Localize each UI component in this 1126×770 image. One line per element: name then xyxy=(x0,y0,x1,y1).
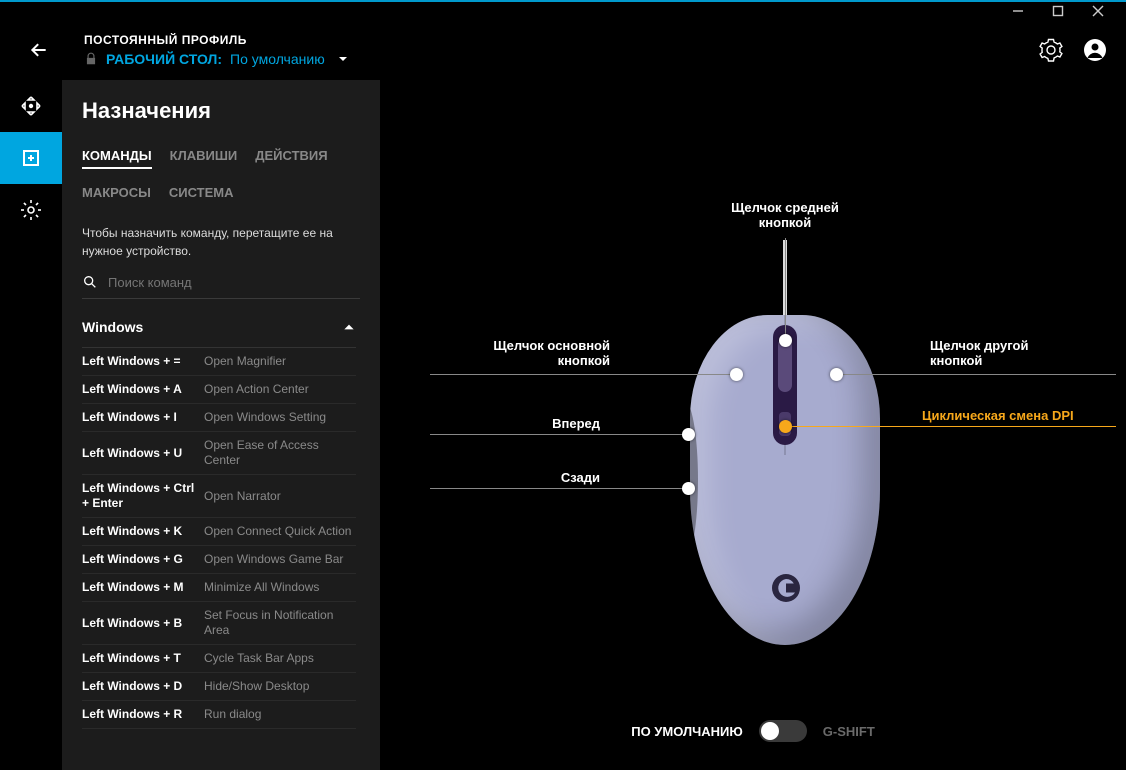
panel-tabs: КОМАНДЫ КЛАВИШИ ДЕЙСТВИЯ МАКРОСЫ СИСТЕМА xyxy=(82,148,360,204)
command-key: Left Windows + B xyxy=(82,616,204,631)
command-key: Left Windows + R xyxy=(82,707,204,722)
chevron-up-icon xyxy=(342,320,356,334)
window-titlebar xyxy=(0,0,1126,20)
search-icon xyxy=(82,274,98,290)
command-desc: Open Narrator xyxy=(204,489,356,504)
command-desc: Open Connect Quick Action xyxy=(204,524,356,539)
settings-button[interactable] xyxy=(1038,37,1064,63)
mouse-area: Щелчок средней кнопкой Щелчок основной к… xyxy=(380,80,1126,690)
callout-primary-click[interactable]: Щелчок основной кнопкой xyxy=(430,338,610,368)
panel-hint: Чтобы назначить команду, перетащите ее н… xyxy=(82,224,360,260)
command-key: Left Windows + Ctrl + Enter xyxy=(82,481,204,511)
command-key: Left Windows + G xyxy=(82,552,204,567)
command-desc: Open Windows Setting xyxy=(204,410,356,425)
main-area: Назначения КОМАНДЫ КЛАВИШИ ДЕЙСТВИЯ МАКР… xyxy=(0,80,1126,770)
command-row[interactable]: Left Windows + Ctrl + EnterOpen Narrator xyxy=(82,475,356,518)
callout-middle-click[interactable]: Щелчок средней кнопкой xyxy=(700,200,870,230)
window-minimize-button[interactable] xyxy=(998,2,1038,20)
tab-system[interactable]: СИСТЕМА xyxy=(169,185,234,204)
command-key: Left Windows + D xyxy=(82,679,204,694)
user-icon xyxy=(1083,38,1107,62)
gshift-toggle-row: ПО УМОЛЧАНИЮ G-SHIFT xyxy=(380,720,1126,742)
rail-item-lighting[interactable] xyxy=(0,184,62,236)
command-key: Left Windows + K xyxy=(82,524,204,539)
desktop-label: РАБОЧИЙ СТОЛ: xyxy=(106,51,222,67)
command-row[interactable]: Left Windows + KOpen Connect Quick Actio… xyxy=(82,518,356,546)
command-key: Left Windows + U xyxy=(82,446,204,461)
command-row[interactable]: Left Windows + AOpen Action Center xyxy=(82,376,356,404)
tab-commands[interactable]: КОМАНДЫ xyxy=(82,148,152,169)
command-desc: Hide/Show Desktop xyxy=(204,679,356,694)
window-close-button[interactable] xyxy=(1078,2,1118,20)
rail-item-sensitivity[interactable] xyxy=(0,80,62,132)
command-row[interactable]: Left Windows + TCycle Task Bar Apps xyxy=(82,645,356,673)
dot-forward xyxy=(682,428,695,441)
command-key: Left Windows + A xyxy=(82,382,204,397)
group-title: Windows xyxy=(82,319,143,335)
group-header-windows[interactable]: Windows xyxy=(82,309,356,348)
chevron-down-icon xyxy=(337,53,349,65)
desktop-value: По умолчанию xyxy=(230,51,325,67)
command-list[interactable]: Windows Left Windows + =Open MagnifierLe… xyxy=(82,309,360,770)
command-row[interactable]: Left Windows + =Open Magnifier xyxy=(82,348,356,376)
profile-block: ПОСТОЯННЫЙ ПРОФИЛЬ РАБОЧИЙ СТОЛ: По умол… xyxy=(84,33,1038,67)
tab-actions[interactable]: ДЕЙСТВИЯ xyxy=(255,148,327,169)
profile-selector[interactable]: РАБОЧИЙ СТОЛ: По умолчанию xyxy=(84,51,1038,67)
dot-secondary xyxy=(830,368,843,381)
command-desc: Minimize All Windows xyxy=(204,580,356,595)
callout-forward[interactable]: Вперед xyxy=(440,416,600,431)
assignments-panel: Назначения КОМАНДЫ КЛАВИШИ ДЕЙСТВИЯ МАКР… xyxy=(62,80,380,770)
command-desc: Cycle Task Bar Apps xyxy=(204,651,356,666)
search-row xyxy=(82,274,360,299)
command-row[interactable]: Left Windows + DHide/Show Desktop xyxy=(82,673,356,701)
callout-back[interactable]: Сзади xyxy=(440,470,600,485)
device-viewport: Щелчок средней кнопкой Щелчок основной к… xyxy=(380,80,1126,770)
command-key: Left Windows + M xyxy=(82,580,204,595)
command-row[interactable]: Left Windows + BSet Focus in Notificatio… xyxy=(82,602,356,645)
dot-middle xyxy=(779,334,792,347)
command-desc: Open Ease of Access Center xyxy=(204,438,356,468)
command-desc: Open Magnifier xyxy=(204,354,356,369)
tab-macros[interactable]: МАКРОСЫ xyxy=(82,185,151,204)
command-desc: Run dialog xyxy=(204,707,356,722)
command-desc: Open Windows Game Bar xyxy=(204,552,356,567)
toggle-label-default: ПО УМОЛЧАНИЮ xyxy=(631,724,743,739)
rail-item-assignments[interactable] xyxy=(0,132,62,184)
dot-back xyxy=(682,482,695,495)
gear-icon xyxy=(1039,38,1063,62)
search-input[interactable] xyxy=(108,275,360,290)
command-key: Left Windows + = xyxy=(82,354,204,369)
command-row[interactable]: Left Windows + IOpen Windows Setting xyxy=(82,404,356,432)
callout-dpi-cycle[interactable]: Циклическая смена DPI xyxy=(922,408,1074,423)
left-icon-rail xyxy=(0,80,62,770)
command-desc: Set Focus in Notification Area xyxy=(204,608,356,638)
profile-label: ПОСТОЯННЫЙ ПРОФИЛЬ xyxy=(84,33,1038,47)
command-row[interactable]: Left Windows + RRun dialog xyxy=(82,701,356,729)
g-logo xyxy=(768,570,804,606)
panel-title: Назначения xyxy=(82,98,360,124)
dot-dpi xyxy=(779,420,792,433)
account-button[interactable] xyxy=(1082,37,1108,63)
back-button[interactable] xyxy=(24,35,54,65)
lock-icon xyxy=(84,52,98,66)
gshift-switch[interactable] xyxy=(759,720,807,742)
window-maximize-button[interactable] xyxy=(1038,2,1078,20)
command-desc: Open Action Center xyxy=(204,382,356,397)
command-key: Left Windows + T xyxy=(82,651,204,666)
command-row[interactable]: Left Windows + MMinimize All Windows xyxy=(82,574,356,602)
command-row[interactable]: Left Windows + GOpen Windows Game Bar xyxy=(82,546,356,574)
dot-primary xyxy=(730,368,743,381)
app-header: ПОСТОЯННЫЙ ПРОФИЛЬ РАБОЧИЙ СТОЛ: По умол… xyxy=(0,20,1126,80)
toggle-label-gshift: G-SHIFT xyxy=(823,724,875,739)
command-key: Left Windows + I xyxy=(82,410,204,425)
tab-keys[interactable]: КЛАВИШИ xyxy=(170,148,238,169)
command-row[interactable]: Left Windows + UOpen Ease of Access Cent… xyxy=(82,432,356,475)
callout-secondary-click[interactable]: Щелчок другой кнопкой xyxy=(930,338,1120,368)
